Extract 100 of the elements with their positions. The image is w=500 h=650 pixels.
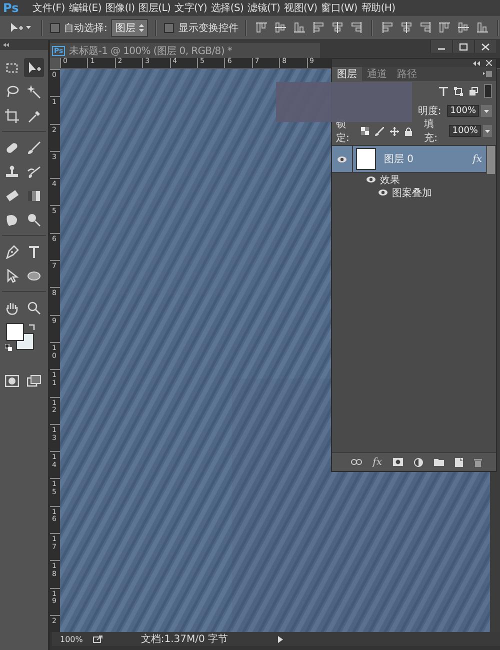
add-style-button[interactable]: fx	[372, 456, 382, 468]
align-button[interactable]	[273, 22, 288, 33]
menu-item[interactable]: 编辑(E)	[68, 0, 102, 14]
align-icon	[256, 22, 268, 33]
align-button[interactable]	[399, 22, 414, 33]
tool-button[interactable]	[2, 106, 22, 125]
checkbox[interactable]	[164, 22, 174, 32]
filter-toggle[interactable]	[484, 84, 492, 98]
menu-item[interactable]: 图层(L)	[138, 0, 171, 14]
align-icon	[313, 22, 324, 33]
target-dropdown[interactable]: 图层	[111, 18, 148, 36]
field-label: 填充:	[424, 118, 438, 145]
effects-label: 效果	[380, 174, 400, 186]
mask-icon[interactable]	[393, 458, 403, 466]
close-icon	[481, 42, 490, 50]
padlock-icon[interactable]	[405, 126, 412, 136]
crop-icon	[5, 108, 19, 122]
value-field[interactable]: 100%	[449, 125, 481, 137]
folder-icon[interactable]	[434, 458, 444, 466]
scrollbar[interactable]	[487, 146, 495, 174]
foreground-color-swatch[interactable]	[6, 323, 24, 341]
value-field[interactable]: 100%	[447, 105, 479, 117]
menu-item[interactable]: 帮助(H)	[361, 0, 396, 14]
link-icon[interactable]	[350, 459, 362, 465]
menu-item[interactable]: 图像(I)	[105, 0, 135, 14]
half-circle-icon[interactable]	[414, 458, 423, 466]
smart-object-filter-icon[interactable]	[469, 86, 478, 96]
drop-icon	[5, 212, 19, 226]
move-arrow-icon	[27, 60, 41, 74]
dropdown-button[interactable]	[481, 105, 492, 117]
panel-tab[interactable]: 路径	[392, 67, 422, 81]
distribute-icon	[420, 22, 432, 33]
document-info: 文档:1.37M/0 字节	[140, 632, 228, 646]
field-label: 明度:	[418, 104, 442, 118]
layer-thumbnail	[356, 148, 376, 170]
align-button[interactable]	[475, 22, 490, 33]
collapse-arrows-icon[interactable]	[3, 43, 9, 47]
maximize-button[interactable]	[452, 40, 474, 53]
move-lock-icon[interactable]	[390, 126, 400, 136]
distribute-icon	[382, 22, 394, 33]
new-layer-icon[interactable]	[455, 458, 463, 466]
zoom-level: 100%	[60, 634, 83, 644]
menu-item[interactable]: 文字(Y)	[174, 0, 207, 14]
app-logo: Ps	[3, 0, 19, 14]
align-button[interactable]	[292, 22, 308, 33]
eyedropper-icon	[27, 108, 41, 122]
caret-icon	[484, 110, 489, 112]
close-button[interactable]	[474, 40, 496, 53]
hand-icon	[5, 300, 19, 314]
checker-lock-icon[interactable]	[361, 127, 370, 135]
screen-mode-icon	[27, 374, 41, 386]
collapse-arrows-icon[interactable]	[473, 60, 480, 66]
checkbox[interactable]	[50, 22, 60, 32]
align-button[interactable]	[437, 22, 452, 33]
align-button[interactable]	[456, 22, 472, 33]
dodge-icon	[27, 212, 41, 226]
pen-nib-icon	[5, 244, 19, 258]
panel-tab[interactable]: 通道	[362, 67, 392, 81]
menu-item[interactable]: 窗口(W)	[321, 0, 358, 14]
export-icon[interactable]	[92, 635, 103, 643]
panel-menu-icon[interactable]	[483, 71, 492, 77]
ellipse-icon	[27, 268, 41, 282]
brush-lock-icon[interactable]	[375, 126, 384, 136]
swap-arrows-icon[interactable]	[28, 323, 36, 331]
checkbox-label: 自动选择:	[64, 22, 108, 34]
shape-filter-icon[interactable]	[454, 86, 463, 96]
menu-item[interactable]: 视图(V)	[284, 0, 318, 14]
align-icon	[351, 22, 362, 33]
tool-button[interactable]	[24, 58, 44, 77]
eye-icon[interactable]	[366, 176, 376, 183]
align-button[interactable]	[311, 22, 326, 33]
align-button[interactable]	[380, 22, 396, 33]
eye-icon[interactable]	[378, 189, 388, 196]
eye-icon[interactable]	[337, 156, 347, 162]
align-button[interactable]	[349, 22, 364, 33]
default-colors-icon[interactable]	[5, 344, 12, 351]
effect-name[interactable]: 图案叠加	[392, 186, 432, 200]
minimize-button[interactable]	[430, 40, 452, 53]
align-button[interactable]	[418, 22, 434, 33]
dropdown-button[interactable]	[482, 125, 492, 137]
align-icon	[294, 22, 306, 33]
align-button[interactable]	[254, 22, 270, 33]
type-icon	[27, 244, 41, 258]
distribute-icon	[477, 22, 488, 33]
menu-item[interactable]: 文件(F)	[32, 0, 65, 14]
align-button[interactable]	[330, 22, 346, 33]
zoom-icon	[27, 300, 41, 314]
panel-tab[interactable]: 图层	[332, 67, 362, 81]
up-down-arrows-icon	[139, 24, 144, 32]
align-icon	[275, 22, 286, 33]
document-title: 未标题-1 @ 100% (图层 0, RGB/8) *	[69, 44, 232, 58]
history-brush-icon	[27, 164, 41, 178]
type-filter-icon[interactable]	[439, 86, 448, 96]
trash-icon[interactable]	[474, 458, 482, 466]
close-icon[interactable]	[486, 60, 492, 66]
menu-item[interactable]: 选择(S)	[210, 0, 244, 14]
menu-item[interactable]: 滤镜(T)	[248, 0, 280, 14]
gradient-icon	[27, 188, 41, 202]
play-icon[interactable]	[278, 636, 284, 642]
mask-icon	[5, 374, 19, 386]
